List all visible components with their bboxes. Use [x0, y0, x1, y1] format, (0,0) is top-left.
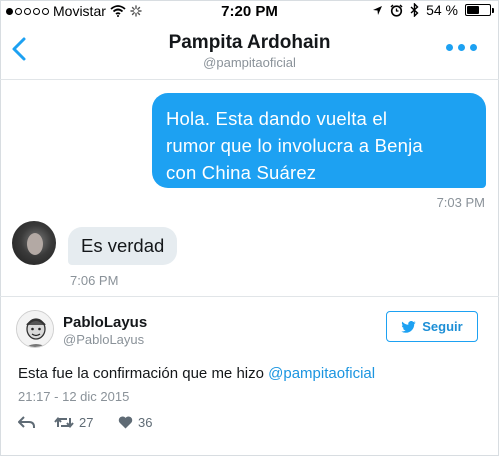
tweet-actions: 27 36	[18, 415, 152, 430]
tweet-author-name[interactable]: PabloLayus	[63, 314, 147, 331]
battery-icon	[465, 4, 494, 16]
tweet-text: Esta fue la confirmación que me hizo @pa…	[18, 365, 375, 382]
conversation-handle: @pampitaoficial	[203, 55, 296, 70]
reply-button[interactable]	[18, 416, 54, 429]
status-right: 54 %	[372, 2, 494, 18]
incoming-message: Es verdad	[68, 227, 178, 265]
follow-label: Seguir	[422, 319, 463, 334]
location-arrow-icon	[373, 5, 383, 15]
avatar[interactable]	[12, 221, 56, 265]
tweet-date[interactable]: 21:17 - 12 dic 2015	[18, 389, 129, 404]
battery-percent: 54 %	[426, 2, 458, 18]
bluetooth-icon	[410, 3, 419, 17]
retweet-icon	[54, 416, 74, 429]
like-button[interactable]: 36	[118, 415, 152, 430]
heart-icon	[118, 416, 133, 429]
outgoing-message: Hola. Esta dando vuelta el rumor que lo …	[152, 93, 486, 188]
alarm-icon	[390, 3, 403, 17]
follow-button[interactable]: Seguir	[386, 311, 478, 342]
tweet-text-body: Esta fue la confirmación que me hizo	[18, 365, 269, 382]
conversation-header: Pampita Ardohain @pampitaoficial	[0, 24, 499, 80]
retweet-count: 27	[79, 415, 94, 430]
incoming-timestamp: 7:06 PM	[70, 273, 119, 288]
avatar[interactable]	[16, 310, 54, 348]
message-line: rumor que lo involucra a Benja	[166, 135, 423, 156]
status-bar: Movistar 7:20 PM 54 %	[0, 0, 499, 24]
message-line: Hola. Esta dando vuelta el	[166, 108, 388, 129]
divider	[0, 296, 499, 297]
conversation-title: Pampita Ardohain	[168, 32, 331, 53]
tweet-author-handle[interactable]: @PabloLayus	[63, 332, 144, 347]
retweet-button[interactable]: 27	[54, 415, 118, 430]
twitter-bird-icon	[401, 320, 416, 333]
more-dots-icon[interactable]	[446, 44, 477, 51]
message-line: con China Suárez	[166, 162, 317, 183]
outgoing-timestamp: 7:03 PM	[436, 195, 485, 210]
like-count: 36	[138, 415, 153, 430]
tweet-mention-link[interactable]: @pampitaoficial	[268, 365, 375, 382]
reply-icon	[18, 416, 35, 428]
